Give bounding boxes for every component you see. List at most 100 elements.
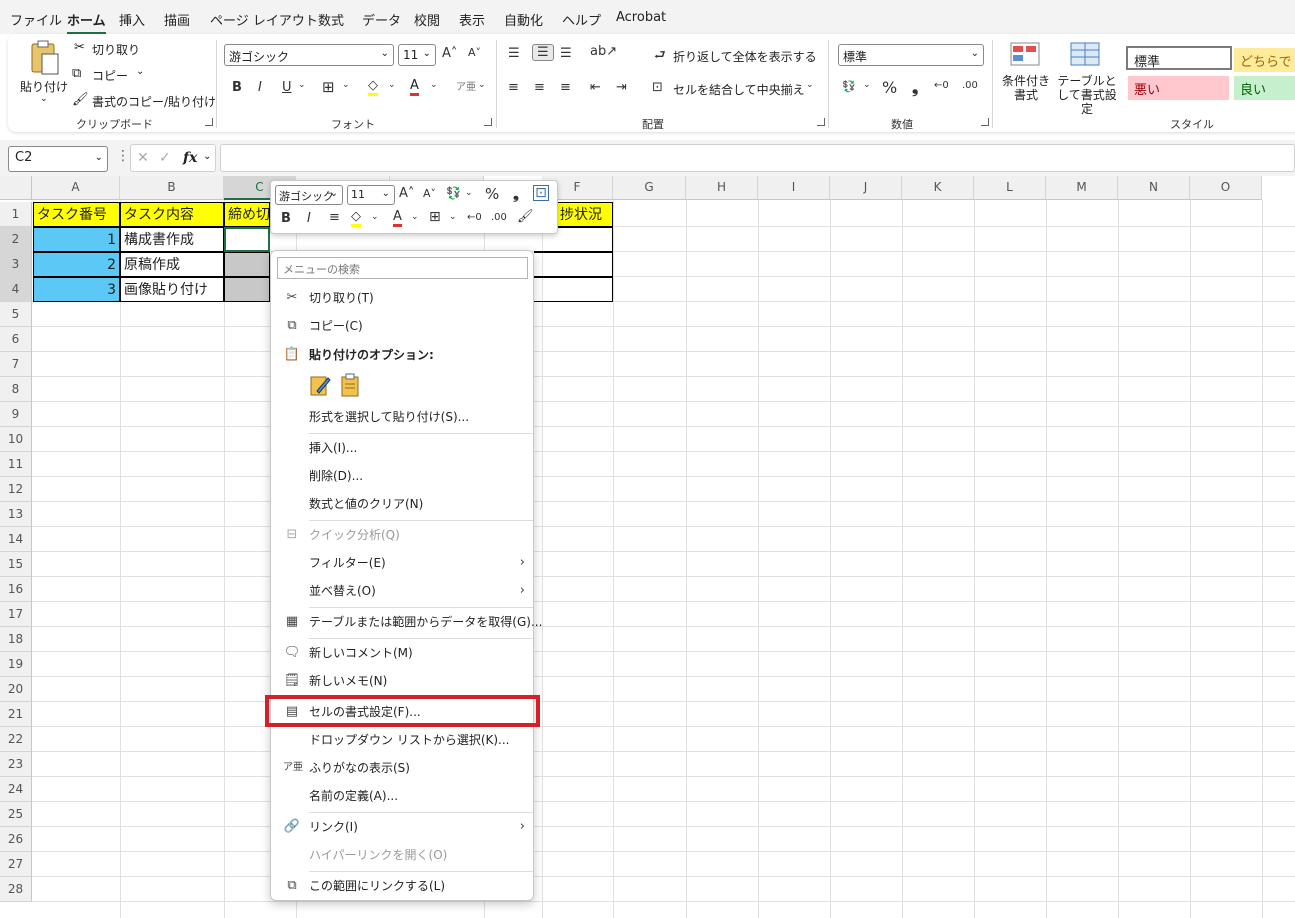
bold-icon[interactable]: B <box>281 211 291 226</box>
column-header-a[interactable]: A <box>32 176 120 200</box>
menu-item-link-to-range[interactable]: ⧉ この範囲にリンクする(L) <box>271 873 533 899</box>
menu-search-input[interactable]: メニューの検索 <box>277 257 528 279</box>
increase-font-icon[interactable]: A˄ <box>442 46 457 61</box>
row-header-28[interactable]: 28 <box>0 877 32 902</box>
copy-dropdown-icon[interactable]: ⌄ <box>136 66 144 77</box>
cell-c1[interactable]: 締め切 <box>224 202 270 227</box>
tab-draw[interactable]: 描画 <box>164 10 190 29</box>
tab-automate[interactable]: 自動化 <box>504 10 543 29</box>
row-header-3[interactable]: 3 <box>0 252 32 277</box>
chevron-down-icon[interactable]: ⌄ <box>411 212 419 222</box>
percent-icon[interactable]: % <box>485 185 499 203</box>
menu-item-paste-special[interactable]: 形式を選択して貼り付け(S)... <box>271 404 533 430</box>
cell-a3[interactable]: 2 <box>33 252 120 277</box>
chevron-down-icon[interactable]: ⌄ <box>449 212 457 222</box>
menu-item-insert[interactable]: 挿入(I)... <box>271 435 533 461</box>
decrease-decimal-icon[interactable]: .00 <box>962 80 978 91</box>
menu-item-clear-contents[interactable]: 数式と値のクリア(N) <box>271 491 533 517</box>
row-header-13[interactable]: 13 <box>0 502 32 527</box>
tab-insert[interactable]: 挿入 <box>119 10 145 29</box>
row-header-15[interactable]: 15 <box>0 552 32 577</box>
decrease-indent-icon[interactable]: ⇤ <box>590 80 601 95</box>
select-all-corner[interactable] <box>0 176 32 200</box>
underline-dropdown-icon[interactable]: ⌄ <box>298 80 306 90</box>
menu-item-new-comment[interactable]: 🗨 新しいコメント(M) <box>271 640 533 666</box>
row-header-4[interactable]: 4 <box>0 277 32 302</box>
tab-home[interactable]: ホーム <box>67 10 106 35</box>
cell-a1[interactable]: タスク番号 <box>33 202 120 227</box>
align-top-icon[interactable]: ☰ <box>508 46 520 61</box>
italic-icon[interactable]: I <box>258 80 262 95</box>
tab-file[interactable]: ファイル <box>10 10 62 29</box>
accounting-icon[interactable]: 💱 <box>446 186 461 200</box>
column-header-n[interactable]: N <box>1118 176 1190 200</box>
phonetic-dropdown-icon[interactable]: ⌄ <box>478 80 486 90</box>
accounting-dropdown-icon[interactable]: ⌄ <box>863 80 871 90</box>
cut-button[interactable]: 切り取り <box>92 41 140 58</box>
row-header-14[interactable]: 14 <box>0 527 32 552</box>
borders-dropdown-icon[interactable]: ⌄ <box>342 80 350 90</box>
row-header-17[interactable]: 17 <box>0 602 32 627</box>
paste-formatting-icon[interactable] <box>309 373 331 397</box>
row-header-27[interactable]: 27 <box>0 852 32 877</box>
column-header-j[interactable]: J <box>830 176 902 200</box>
row-header-19[interactable]: 19 <box>0 652 32 677</box>
row-header-8[interactable]: 8 <box>0 377 32 402</box>
merge-dropdown-icon[interactable]: ⌄ <box>806 80 814 90</box>
format-as-table-button[interactable]: テーブルとして書式設定 <box>1052 74 1122 116</box>
font-color-icon[interactable]: A <box>410 78 419 96</box>
borders-icon[interactable]: ⊞ <box>322 78 335 96</box>
orientation-icon[interactable]: ab↗ <box>590 44 617 59</box>
menu-item-sort[interactable]: 並べ替え(O) › <box>271 578 533 604</box>
worksheet-grid[interactable]: ABCDEFGHIJKLMNO 123456789101112131415161… <box>0 176 1295 918</box>
insert-function-icon[interactable]: fx <box>183 150 197 166</box>
merge-center-button[interactable]: セルを結合して中央揃え <box>673 81 805 98</box>
formula-input[interactable] <box>220 144 1295 172</box>
cell-b3[interactable]: 原稿作成 <box>120 252 224 277</box>
copy-button[interactable]: コピー <box>92 67 128 84</box>
mini-font-select[interactable]: 游ゴシック ⌄ <box>275 185 343 205</box>
underline-icon[interactable]: U <box>282 80 292 95</box>
comma-icon[interactable]: ❟ <box>912 78 918 98</box>
menu-item-new-note[interactable]: 🗒 新しいメモ(N) <box>271 668 533 694</box>
borders-icon[interactable]: ⊞ <box>429 209 441 225</box>
increase-font-icon[interactable]: A˄ <box>399 186 414 201</box>
row-header-7[interactable]: 7 <box>0 352 32 377</box>
chevron-down-icon[interactable]: ⌄ <box>371 212 379 222</box>
style-bad[interactable]: 悪い <box>1128 76 1229 100</box>
tab-acrobat[interactable]: Acrobat <box>616 10 666 25</box>
font-color-icon[interactable]: A <box>393 209 402 227</box>
number-format-select[interactable]: 標準 ⌄ <box>838 44 984 66</box>
name-box[interactable]: C2 ⌄ <box>8 146 108 172</box>
cell-b1[interactable]: タスク内容 <box>120 202 224 227</box>
row-header-21[interactable]: 21 <box>0 702 32 727</box>
tab-page-layout[interactable]: ページ レイアウト <box>210 10 318 29</box>
menu-item-get-data[interactable]: ▦ テーブルまたは範囲からデータを取得(G)... <box>271 609 543 635</box>
cell-f3[interactable] <box>534 252 613 277</box>
column-header-m[interactable]: M <box>1046 176 1118 200</box>
alignment-launcher-icon[interactable] <box>817 118 825 126</box>
format-painter-icon[interactable]: 🖌 <box>517 209 534 224</box>
align-bottom-icon[interactable]: ☰ <box>560 46 572 61</box>
align-left-icon[interactable]: ≡ <box>508 80 519 95</box>
fill-color-icon[interactable]: ◇ <box>351 209 361 227</box>
row-header-1[interactable]: 1 <box>0 202 32 227</box>
style-neutral[interactable]: どちらで <box>1234 48 1295 72</box>
column-header-o[interactable]: O <box>1190 176 1262 200</box>
row-header-24[interactable]: 24 <box>0 777 32 802</box>
italic-icon[interactable]: I <box>307 211 311 226</box>
menu-item-delete[interactable]: 削除(D)... <box>271 463 533 489</box>
chevron-down-icon[interactable]: ⌄ <box>203 151 211 162</box>
font-color-dropdown-icon[interactable]: ⌄ <box>430 80 438 90</box>
comma-icon[interactable]: ❟ <box>513 185 519 203</box>
font-size-select[interactable]: 11 ⌄ <box>398 44 436 66</box>
menu-item-pick-from-dropdown[interactable]: ドロップダウン リストから選択(K)... <box>271 727 533 753</box>
increase-decimal-icon[interactable]: ←0 <box>934 80 949 91</box>
clipboard-launcher-icon[interactable] <box>205 118 213 126</box>
align-right-icon[interactable]: ≡ <box>560 80 571 95</box>
align-middle-icon[interactable]: ☰ <box>532 44 554 61</box>
merge-center-icon[interactable]: ⊡ <box>533 185 549 201</box>
style-normal[interactable]: 標準 <box>1126 46 1232 70</box>
menu-item-copy[interactable]: ⧉ コピー(C) <box>271 313 533 339</box>
wrap-text-button[interactable]: 折り返して全体を表示する <box>673 48 817 65</box>
